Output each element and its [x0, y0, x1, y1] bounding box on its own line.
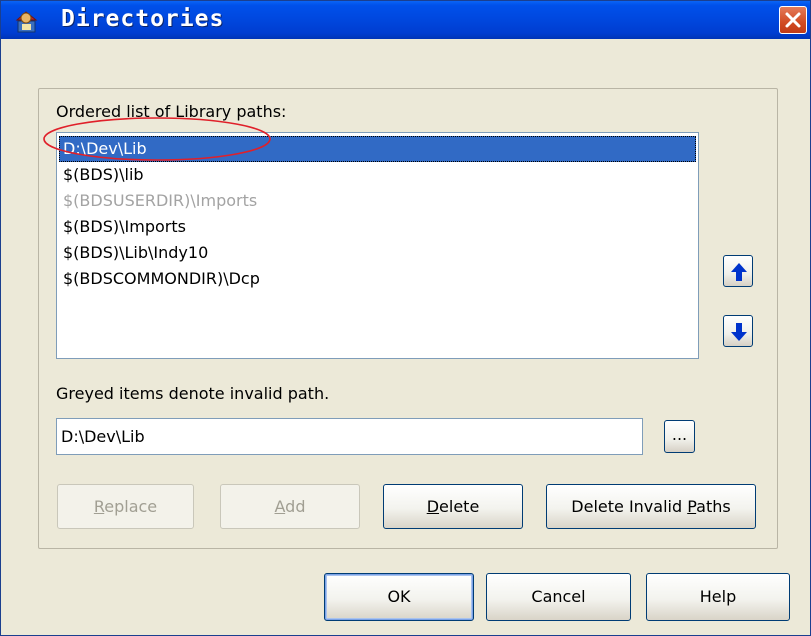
- cancel-button[interactable]: Cancel: [486, 573, 631, 621]
- library-paths-list[interactable]: D:\Dev\Lib $(BDS)\lib $(BDSUSERDIR)\Impo…: [56, 132, 699, 359]
- move-up-button[interactable]: [723, 255, 753, 287]
- invalid-path-note: Greyed items denote invalid path.: [56, 384, 330, 403]
- delete-invalid-paths-button[interactable]: Delete Invalid Paths: [546, 484, 756, 529]
- replace-button[interactable]: Replace: [57, 484, 194, 529]
- close-icon: [785, 12, 801, 28]
- arrow-up-icon: [731, 263, 747, 281]
- help-button[interactable]: Help: [646, 573, 790, 621]
- delete-button[interactable]: Delete: [383, 484, 523, 529]
- path-input[interactable]: D:\Dev\Lib: [56, 418, 643, 455]
- window-title: Directories: [61, 6, 225, 32]
- directories-dialog: Directories Ordered list of Library path…: [0, 0, 811, 636]
- add-button[interactable]: Add: [220, 484, 360, 529]
- browse-button[interactable]: ...: [664, 420, 695, 453]
- list-item[interactable]: $(BDS)\Lib\Indy10: [59, 240, 696, 266]
- list-item[interactable]: $(BDS)\lib: [59, 162, 696, 188]
- list-caption: Ordered list of Library paths:: [56, 102, 287, 121]
- ok-button[interactable]: OK: [324, 573, 474, 621]
- close-button[interactable]: [779, 6, 807, 34]
- app-icon: [15, 11, 38, 33]
- title-bar[interactable]: Directories: [1, 1, 810, 39]
- arrow-down-icon: [731, 323, 747, 341]
- list-item[interactable]: $(BDSCOMMONDIR)\Dcp: [59, 266, 696, 292]
- list-item[interactable]: $(BDS)\Imports: [59, 214, 696, 240]
- move-down-button[interactable]: [723, 315, 753, 347]
- list-item[interactable]: D:\Dev\Lib: [59, 136, 696, 162]
- list-item[interactable]: $(BDSUSERDIR)\Imports: [59, 188, 696, 214]
